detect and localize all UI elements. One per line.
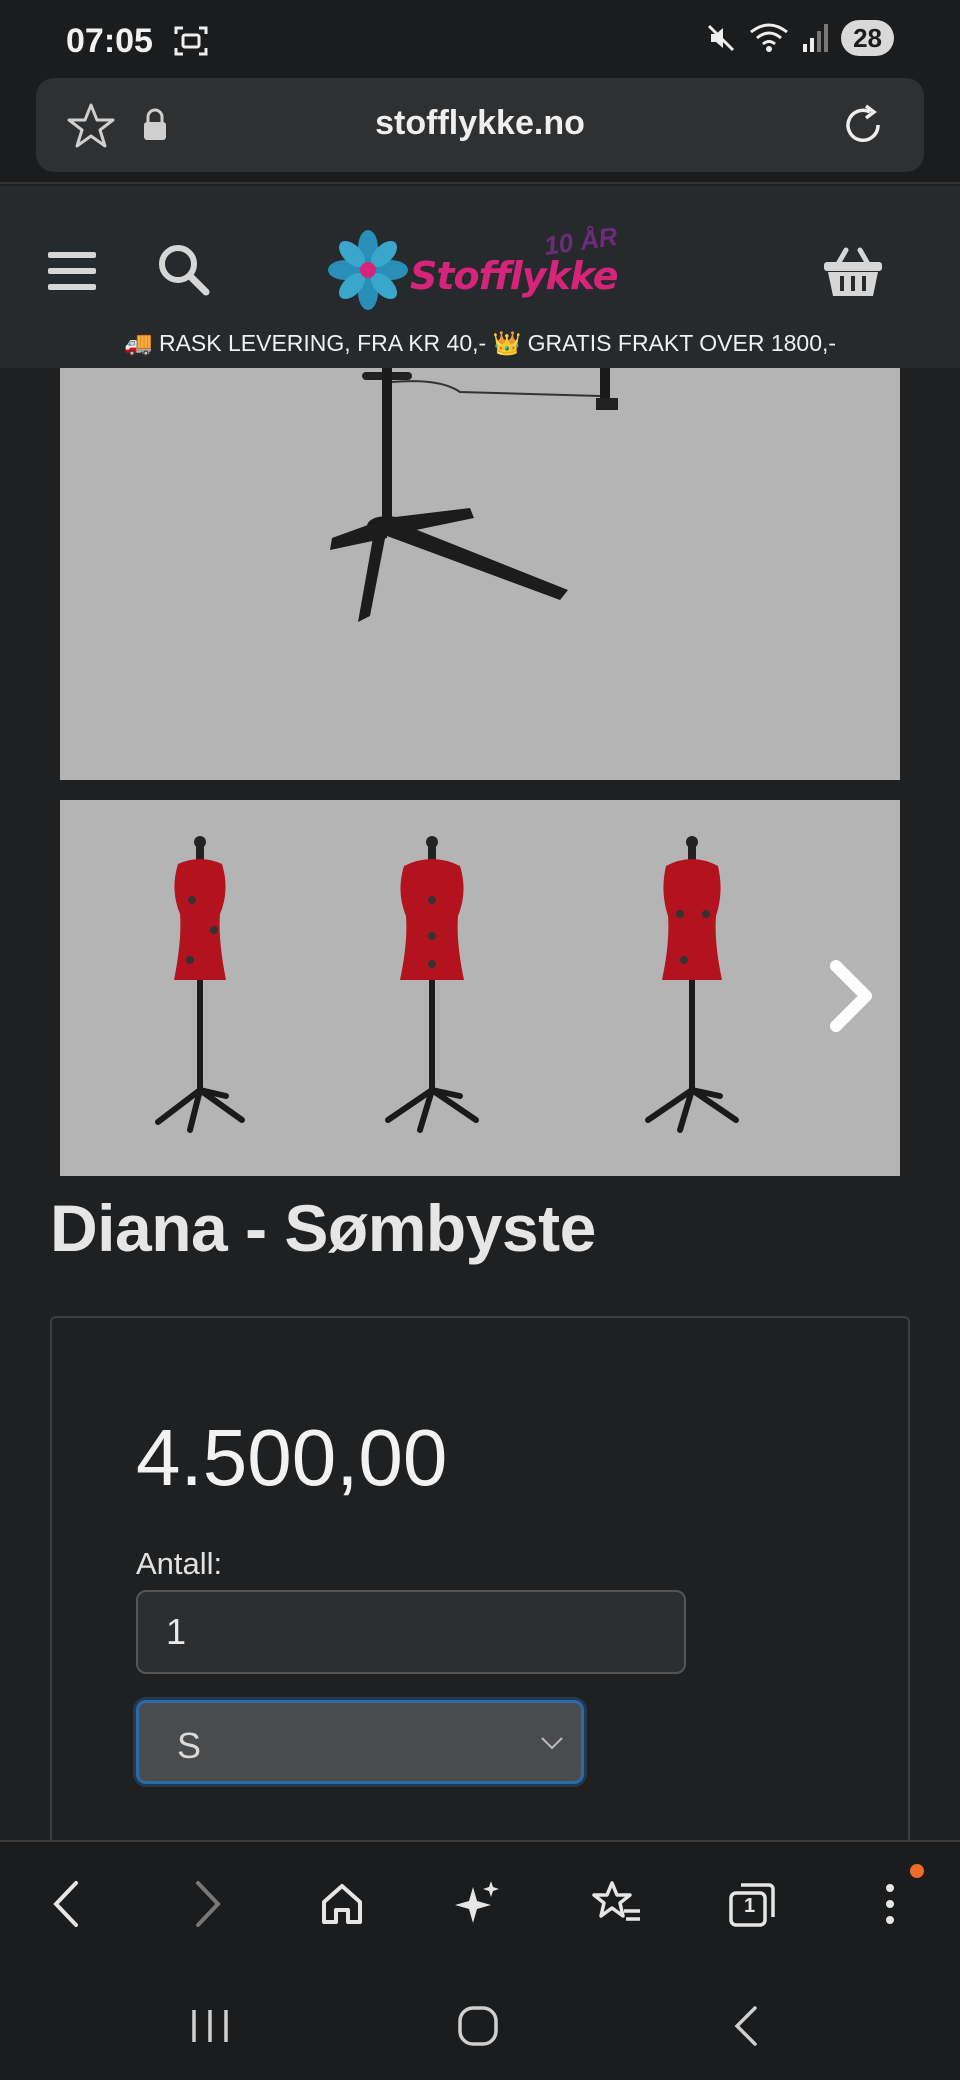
ai-assistant-button[interactable]	[448, 1874, 508, 1934]
system-navigation-bar	[0, 1966, 960, 2080]
back-button[interactable]	[36, 1874, 96, 1934]
quantity-label: Antall:	[136, 1546, 223, 1581]
chevron-down-icon	[541, 1737, 563, 1750]
more-icon	[886, 1884, 894, 1924]
url-text[interactable]: stofflykke.no	[36, 104, 924, 143]
forward-button[interactable]	[178, 1874, 238, 1934]
product-thumbnails	[60, 800, 900, 1176]
promo-banner: 🚚 RASK LEVERING, FRA KR 40,- 👑 GRATIS FR…	[123, 330, 837, 356]
tab-count: 1	[744, 1895, 756, 1917]
hamburger-menu-icon[interactable]	[48, 250, 96, 292]
status-icons: 28	[705, 20, 894, 56]
bookmarks-button[interactable]	[586, 1874, 646, 1934]
reload-icon[interactable]	[838, 100, 888, 150]
shopping-basket-icon[interactable]	[822, 244, 884, 300]
notification-dot	[910, 1864, 924, 1878]
search-icon[interactable]	[156, 242, 210, 296]
home-icon	[322, 1884, 362, 1924]
battery-indicator: 28	[841, 20, 894, 56]
bookmarks-icon	[592, 1881, 640, 1921]
recent-apps-button[interactable]	[180, 1996, 240, 2056]
status-time: 07:05	[66, 22, 153, 60]
ai-sparkle-icon	[455, 1881, 499, 1923]
wifi-icon	[750, 23, 788, 52]
thumbnail-dress-form-1[interactable]	[130, 830, 270, 1150]
home-button[interactable]	[312, 1874, 372, 1934]
more-menu-button[interactable]	[860, 1874, 920, 1934]
product-main-image[interactable]	[60, 368, 900, 780]
size-select[interactable]: S	[136, 1700, 584, 1784]
home-nav-icon	[458, 2006, 498, 2046]
size-select-value: S	[177, 1725, 202, 1766]
tabs-button[interactable]: 1	[722, 1874, 782, 1934]
forward-icon	[196, 1881, 221, 1927]
recent-apps-icon	[192, 2010, 228, 2042]
chevron-right-icon[interactable]	[826, 958, 876, 1034]
browser-toolbar: 1	[0, 1840, 960, 1966]
logo-text: Stofflykke	[410, 254, 618, 298]
site-header: Stofflykke 10 ÅR 🚚 RASK LEVERING, FRA KR…	[0, 186, 960, 368]
dress-form-stand-image	[330, 368, 618, 622]
thumbnail-dress-form-2[interactable]	[380, 830, 520, 1150]
mute-icon	[708, 24, 735, 52]
back-nav-icon	[734, 2006, 757, 2046]
thumbnail-dress-form-3[interactable]	[620, 830, 760, 1150]
home-nav-button[interactable]	[448, 1996, 508, 2056]
status-bar: 07:05 28	[0, 0, 960, 78]
address-bar[interactable]: stofflykke.no	[36, 78, 924, 172]
site-logo[interactable]: Stofflykke 10 ÅR	[326, 220, 636, 310]
back-icon	[53, 1881, 78, 1927]
product-price: 4.500,00	[136, 1413, 448, 1502]
browser-address-area: stofflykke.no	[0, 78, 960, 184]
screenshot-icon	[174, 26, 208, 56]
product-title: Diana - Sømbyste	[50, 1191, 596, 1265]
signal-icon	[803, 24, 829, 52]
back-nav-button[interactable]	[716, 1996, 776, 2056]
quantity-input[interactable]	[136, 1590, 686, 1674]
